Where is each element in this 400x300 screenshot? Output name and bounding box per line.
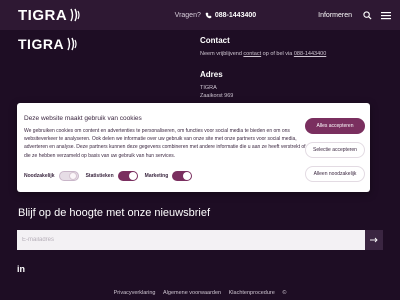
cookie-buttons: Alles accepteren Selectie accepteren All… <box>305 118 365 190</box>
footer-logo-text: TIGRA <box>18 36 65 52</box>
footer-links: Privacyverklaring Algemene voorwaarden K… <box>0 290 400 296</box>
header-actions: Vragen? 088-1443400 Informeren <box>175 10 400 20</box>
accept-all-button[interactable]: Alles accepteren <box>305 118 365 134</box>
search-icon[interactable] <box>362 10 372 20</box>
address-line-1: TIGRA <box>200 85 217 91</box>
cookie-title: Deze website maakt gebruik van cookies <box>24 115 142 122</box>
footer-link-complaints[interactable]: Klachtenprocedure <box>229 290 275 296</box>
footer-link-privacy[interactable]: Privacyverklaring <box>114 290 156 296</box>
toggle-label-statistieken: Statistieken <box>85 173 114 179</box>
newsletter-form <box>17 230 383 250</box>
toggle-marketing: Marketing <box>145 171 193 181</box>
noodzakelijk-switch <box>58 171 79 181</box>
accept-selection-button[interactable]: Selectie accepteren <box>305 142 365 158</box>
tiger-stripes-icon <box>67 37 77 51</box>
contact-text-before: Neem vrijblijvend <box>200 51 244 57</box>
contact-text-middle: op of bel via <box>261 51 294 57</box>
footer-logo[interactable]: TIGRA <box>18 36 78 52</box>
toggle-label-marketing: Marketing <box>144 173 169 179</box>
contact-phone-link[interactable]: 088-1443400 <box>294 51 326 57</box>
site-header: TIGRA Vragen? 088-1443400 Informeren <box>0 0 400 30</box>
cookie-body: We gebruiken cookies om content en adver… <box>24 128 306 159</box>
logo-text: TIGRA <box>18 6 68 24</box>
footer-link-terms[interactable]: Algemene voorwaarden <box>163 290 221 296</box>
cookie-banner: Deze website maakt gebruik van cookies W… <box>17 103 370 192</box>
newsletter-email-input[interactable] <box>17 230 365 250</box>
newsletter-submit-button[interactable] <box>365 230 383 250</box>
address-section: Adres TIGRA Zaaikorst 969 <box>200 70 233 100</box>
only-necessary-button[interactable]: Alleen noodzakelijk <box>305 166 365 182</box>
address-line-2: Zaaikorst 969 <box>200 93 234 99</box>
contact-section: Contact Neem vrijblijvend contact op of … <box>200 36 390 58</box>
contact-link[interactable]: contact <box>243 51 261 57</box>
contact-title: Contact <box>200 36 230 45</box>
header-phone-link[interactable]: 088-1443400 <box>205 12 256 19</box>
header-phone: 088-1443400 <box>214 11 257 19</box>
cookie-toggles: Noodzakelijk Statistieken Marketing <box>24 171 199 181</box>
statistieken-switch[interactable] <box>117 171 138 181</box>
phone-icon <box>205 12 212 18</box>
address-title: Adres <box>200 70 223 79</box>
tiger-stripes-icon <box>70 8 80 22</box>
arrow-right-icon <box>370 237 378 243</box>
toggle-noodzakelijk: Noodzakelijk <box>24 171 79 181</box>
newsletter-title: Blijf op de hoogte met onze nieuwsbrief <box>18 207 211 219</box>
menu-icon[interactable] <box>381 10 391 20</box>
linkedin-icon[interactable]: in <box>17 264 25 274</box>
toggle-statistieken: Statistieken <box>86 171 138 181</box>
footer-copyright: © <box>282 290 287 296</box>
contact-text: Neem vrijblijvend contact op of bel via … <box>200 50 390 58</box>
header-question: Vragen? <box>174 11 201 19</box>
toggle-label-noodzakelijk: Noodzakelijk <box>24 173 55 179</box>
informeren-link[interactable]: Informeren <box>318 12 352 19</box>
logo[interactable]: TIGRA <box>18 7 81 24</box>
marketing-switch[interactable] <box>172 171 193 181</box>
